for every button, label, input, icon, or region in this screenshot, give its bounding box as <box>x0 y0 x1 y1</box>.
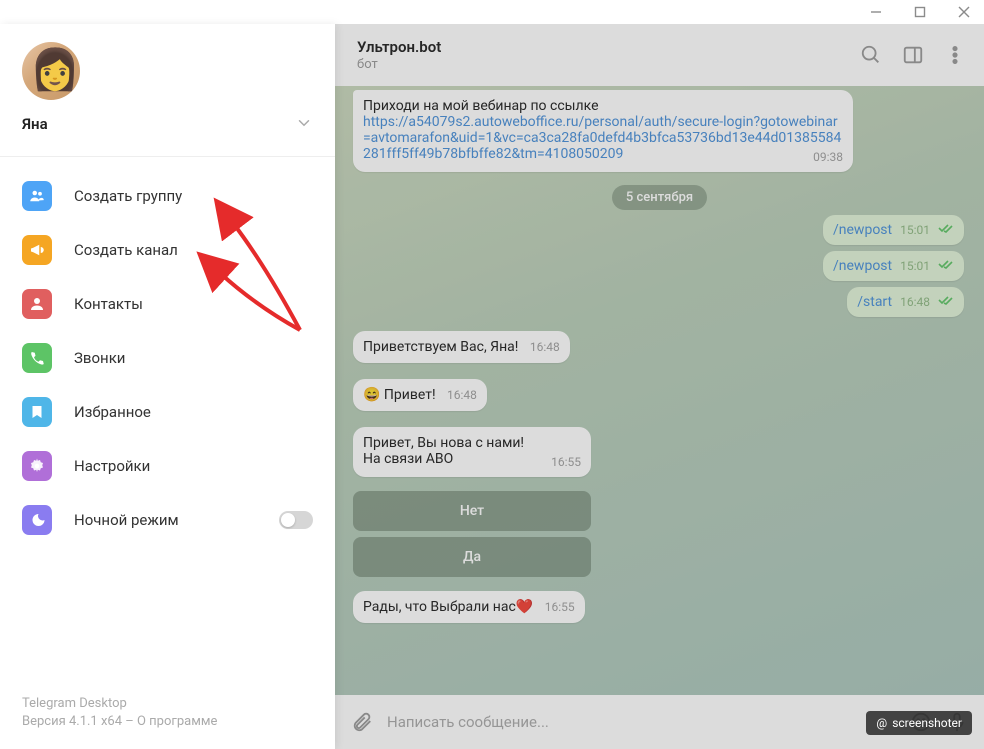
message-time: 15:01 <box>900 223 930 237</box>
menu-list: Создать группу Создать канал Контакты Зв… <box>0 161 335 681</box>
menu-label: Создать группу <box>74 187 313 205</box>
message-text: Приходи на мой вебинар по ссылке <box>363 98 599 114</box>
person-icon <box>22 289 52 319</box>
bookmark-icon <box>22 397 52 427</box>
window-titlebar <box>0 0 984 24</box>
read-ticks-icon <box>938 222 954 238</box>
chat-subtitle: бот <box>357 57 441 72</box>
message-time: 16:48 <box>530 340 560 354</box>
menu-label: Контакты <box>74 295 313 313</box>
message-text: Привет! <box>384 387 436 403</box>
read-ticks-icon <box>938 294 954 310</box>
menu-label: Звонки <box>74 349 313 367</box>
read-ticks-icon <box>938 258 954 274</box>
chat-body[interactable]: Приходи на мой вебинар по ссылке https:/… <box>335 86 984 695</box>
incoming-message[interactable]: Привет, Вы нова с нами! На связи АВО 16:… <box>353 427 591 477</box>
incoming-message[interactable]: Приветствуем Вас, Яна! 16:48 <box>353 331 570 363</box>
message-text: /newpost <box>833 258 892 274</box>
bot-button-no[interactable]: Нет <box>353 491 591 531</box>
profile-block: Яна <box>0 24 335 148</box>
app-version[interactable]: Версия 4.1.1 x64 – О программе <box>22 713 313 731</box>
menu-label: Избранное <box>74 403 313 421</box>
profile-name: Яна <box>22 115 48 133</box>
window-maximize-button[interactable] <box>906 2 934 22</box>
message-text: Привет, Вы нова с нами! <box>363 435 524 451</box>
chat-title: Ультрон.bot <box>357 38 441 56</box>
date-divider[interactable]: 5 сентября <box>343 186 976 205</box>
menu-contacts[interactable]: Контакты <box>0 277 335 331</box>
chat-panel: Ультрон.bot бот Приходи на мой вебинар п… <box>335 24 984 749</box>
message-text: Рады, что Выбрали нас <box>363 599 516 615</box>
message-text: Приветствуем Вас, Яна! <box>363 339 518 355</box>
composer-input[interactable]: Написать сообщение... <box>387 713 896 731</box>
heart-icon: ❤️ <box>516 599 533 615</box>
menu-label: Ночной режим <box>74 511 257 529</box>
window-minimize-button[interactable] <box>862 2 890 22</box>
message-text: /start <box>857 294 892 310</box>
outgoing-message[interactable]: /newpost 15:01 <box>823 251 964 281</box>
chevron-down-icon[interactable] <box>295 114 313 136</box>
incoming-message[interactable]: Приходи на мой вебинар по ссылке https:/… <box>353 90 853 172</box>
gear-icon <box>22 451 52 481</box>
outgoing-message[interactable]: /start 16:48 <box>847 287 964 317</box>
message-text: /newpost <box>833 222 892 238</box>
app-name: Telegram Desktop <box>22 695 313 713</box>
message-time: 15:01 <box>900 259 930 273</box>
megaphone-icon <box>22 235 52 265</box>
bot-button-yes[interactable]: Да <box>353 537 591 577</box>
message-time: 16:55 <box>551 455 581 469</box>
divider <box>0 156 335 157</box>
message-link[interactable]: https://a54079s2.autoweboffice.ru/person… <box>363 114 841 162</box>
menu-saved[interactable]: Избранное <box>0 385 335 439</box>
avatar[interactable] <box>22 42 80 100</box>
menu-new-channel[interactable]: Создать канал <box>0 223 335 277</box>
outgoing-message[interactable]: /newpost 15:01 <box>823 215 964 245</box>
group-icon <box>22 181 52 211</box>
menu-label: Создать канал <box>74 241 313 259</box>
emoji-icon: 😄 <box>363 387 380 403</box>
screenshoter-watermark: @ screenshoter <box>866 711 972 735</box>
attach-icon[interactable] <box>351 711 373 733</box>
menu-settings[interactable]: Настройки <box>0 439 335 493</box>
at-icon: @ <box>876 716 887 730</box>
sidebar-menu: Яна Создать группу Создать канал Контакт… <box>0 24 335 749</box>
phone-icon <box>22 343 52 373</box>
message-time: 16:55 <box>545 600 575 614</box>
search-icon[interactable] <box>860 44 882 66</box>
chat-header[interactable]: Ультрон.bot бот <box>335 24 984 86</box>
message-time: 09:38 <box>813 150 843 164</box>
menu-new-group[interactable]: Создать группу <box>0 169 335 223</box>
menu-night-mode[interactable]: Ночной режим <box>0 493 335 547</box>
window-close-button[interactable] <box>950 2 978 22</box>
sidepanel-icon[interactable] <box>902 44 924 66</box>
night-mode-toggle[interactable] <box>279 511 313 529</box>
menu-footer: Telegram Desktop Версия 4.1.1 x64 – О пр… <box>0 681 335 749</box>
message-text: На связи АВО <box>363 451 453 467</box>
message-time: 16:48 <box>900 295 930 309</box>
menu-calls[interactable]: Звонки <box>0 331 335 385</box>
menu-label: Настройки <box>74 457 313 475</box>
moon-icon <box>22 505 52 535</box>
message-time: 16:48 <box>447 388 477 402</box>
incoming-message[interactable]: 😄 Привет! 16:48 <box>353 379 487 411</box>
more-icon[interactable] <box>944 44 966 66</box>
incoming-message[interactable]: Рады, что Выбрали нас❤️ 16:55 <box>353 591 585 623</box>
